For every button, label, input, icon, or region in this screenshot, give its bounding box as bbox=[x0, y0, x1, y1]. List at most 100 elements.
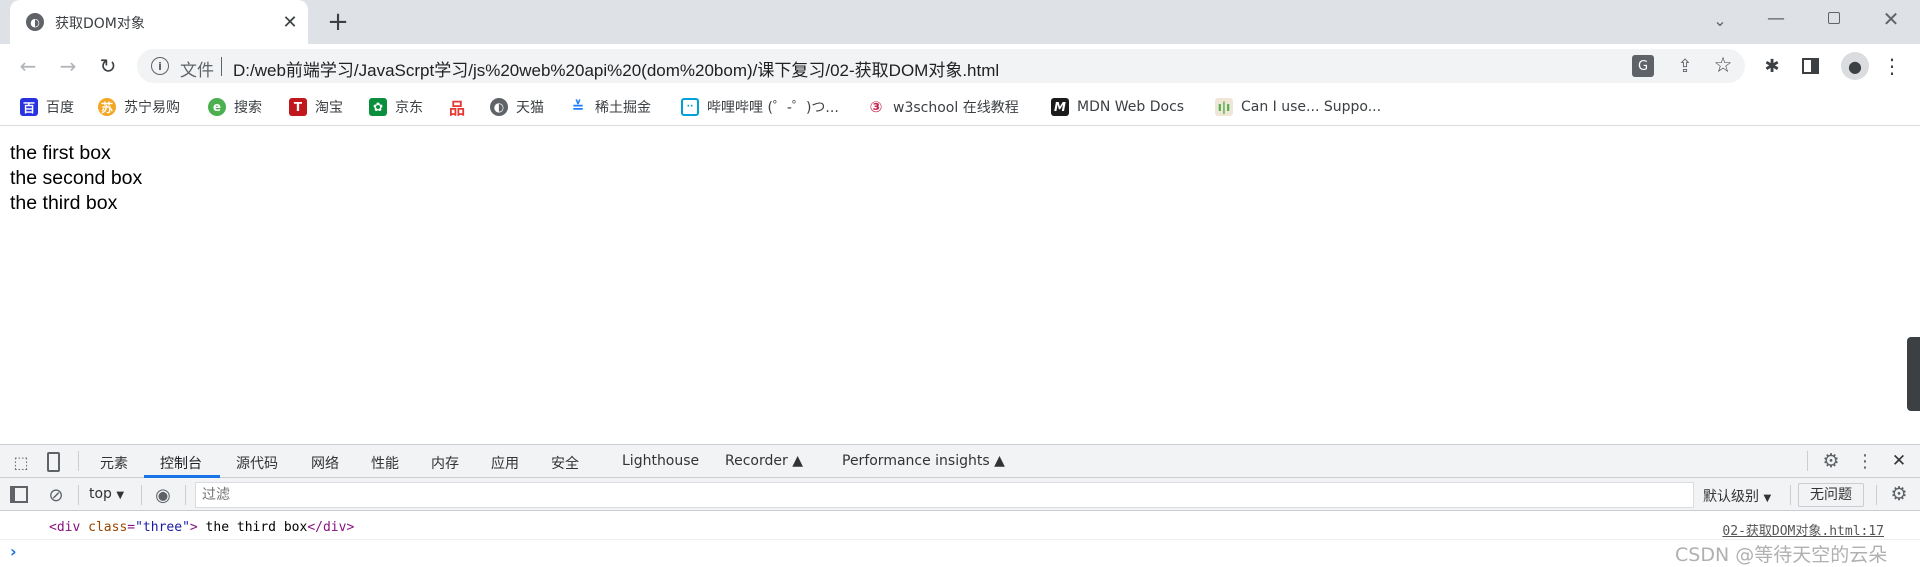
second-box: the second box bbox=[10, 167, 143, 189]
tab-lighthouse[interactable]: Lighthouse bbox=[622, 453, 699, 469]
bookmark-label: 稀土掘金 bbox=[595, 100, 651, 116]
url-text[interactable]: D:/web前端学习/JavaScrpt学习/js%20web%20api%20… bbox=[233, 56, 999, 81]
globe-icon: ◐ bbox=[490, 98, 508, 116]
bookmark-label: 京东 bbox=[395, 100, 423, 116]
divider bbox=[78, 451, 79, 471]
tab-application[interactable]: 应用 bbox=[491, 453, 519, 473]
chevron-down-icon[interactable]: ⌄ bbox=[1708, 8, 1732, 32]
bookmark-label: Can I use... Suppo... bbox=[1241, 99, 1382, 115]
divider bbox=[141, 485, 142, 505]
tab-elements[interactable]: 元素 bbox=[100, 453, 128, 473]
attr-value: "three" bbox=[135, 520, 190, 535]
dropdown-arrow-icon: ▼ bbox=[1763, 493, 1772, 504]
clear-console-icon[interactable]: ⊘ bbox=[45, 484, 67, 506]
bookmark-w3school[interactable]: ③ w3school 在线教程 bbox=[867, 96, 1019, 118]
level-label: 默认级别 bbox=[1703, 489, 1759, 505]
baidu-icon: 百 bbox=[20, 98, 38, 116]
bookmark-jd[interactable]: ✿ 京东 bbox=[369, 96, 423, 118]
divider bbox=[1790, 485, 1791, 505]
sidebar-toggle-icon[interactable] bbox=[10, 486, 28, 503]
share-icon[interactable]: ⇪ bbox=[1673, 54, 1697, 78]
attr-name: class bbox=[88, 520, 128, 535]
divider bbox=[1876, 485, 1877, 505]
console-log-entry[interactable]: <div class="three"> the third box</div> bbox=[49, 520, 354, 535]
new-tab-icon[interactable]: + bbox=[326, 7, 350, 37]
bookmark-label: MDN Web Docs bbox=[1077, 99, 1185, 115]
context-selector[interactable]: top ▼ bbox=[89, 486, 124, 502]
source-link[interactable]: 02-获取DOM对象.html:17 bbox=[1722, 520, 1884, 539]
first-box: the first box bbox=[10, 142, 111, 164]
restore-icon[interactable] bbox=[1828, 12, 1840, 24]
bookmark-tmall[interactable]: ◐ 天猫 bbox=[490, 96, 544, 118]
bookmark-label: 搜索 bbox=[234, 100, 262, 116]
flask-icon: ▲ bbox=[792, 453, 803, 469]
console-settings-icon[interactable]: ⚙ bbox=[1888, 483, 1910, 505]
bookmark-bilibili[interactable]: ·· 哔哩哔哩 (゜-゜)つ... bbox=[681, 96, 839, 118]
bookmark-taobao[interactable]: T 淘宝 bbox=[289, 96, 343, 118]
w3school-icon: ③ bbox=[867, 98, 885, 116]
tag: <div bbox=[49, 520, 89, 535]
divider bbox=[78, 485, 79, 505]
scheme-label: 文件 bbox=[180, 61, 214, 81]
translate-icon[interactable]: G bbox=[1632, 55, 1654, 77]
tab-performance-insights[interactable]: Performance insights ▲ bbox=[842, 453, 1005, 469]
jd-icon: ✿ bbox=[369, 98, 387, 116]
tab-network[interactable]: 网络 bbox=[311, 453, 339, 473]
log-level-selector[interactable]: 默认级别 ▼ bbox=[1703, 486, 1771, 506]
side-widget-handle[interactable] bbox=[1907, 337, 1920, 411]
context-label: top bbox=[89, 486, 112, 502]
tab-title: 获取DOM对象 bbox=[55, 16, 145, 32]
info-icon[interactable]: i bbox=[151, 57, 169, 75]
mdn-icon: M bbox=[1051, 98, 1069, 116]
bookmark-label: 苏宁易购 bbox=[124, 100, 180, 116]
divider bbox=[0, 539, 1920, 540]
close-devtools-icon[interactable]: ✕ bbox=[1889, 450, 1909, 472]
bookmark-caniuse[interactable]: ı|ı Can I use... Suppo... bbox=[1215, 96, 1381, 118]
settings-gear-icon[interactable]: ⚙ bbox=[1820, 450, 1842, 472]
bookmark-juejin[interactable]: ≚ 稀土掘金 bbox=[569, 96, 651, 118]
browser-tab[interactable]: ◐ 获取DOM对象 ✕ bbox=[10, 0, 308, 44]
menu-icon[interactable]: ⋮ bbox=[1882, 54, 1902, 78]
reload-icon[interactable]: ↻ bbox=[96, 54, 120, 78]
bookmark-label: 哔哩哔哩 (゜-゜)つ... bbox=[707, 100, 839, 116]
tab-console[interactable]: 控制台 bbox=[160, 453, 202, 473]
bookmark-label: w3school 在线教程 bbox=[893, 100, 1019, 116]
close-window-icon[interactable]: ✕ bbox=[1879, 6, 1903, 32]
extensions-icon[interactable]: ✱ bbox=[1760, 54, 1784, 78]
tab-performance[interactable]: 性能 bbox=[371, 453, 399, 473]
tab-memory[interactable]: 内存 bbox=[431, 453, 459, 473]
tab-recorder[interactable]: Recorder ▲ bbox=[725, 453, 803, 469]
filter-input[interactable] bbox=[195, 482, 1694, 508]
avatar[interactable]: ● bbox=[1841, 52, 1869, 80]
address-bar[interactable]: i 文件 D:/web前端学习/JavaScrpt学习/js%20web%20a… bbox=[137, 49, 1745, 83]
bookmark-mdn[interactable]: M MDN Web Docs bbox=[1051, 96, 1184, 118]
taobao-icon: T bbox=[289, 98, 307, 116]
divider bbox=[221, 57, 222, 76]
more-options-icon[interactable]: ⋮ bbox=[1855, 450, 1875, 472]
issues-button[interactable]: 无问题 bbox=[1798, 483, 1864, 507]
side-panel-icon[interactable] bbox=[1802, 58, 1819, 74]
bilibili-icon: ·· bbox=[681, 98, 699, 116]
bookmark-baidu[interactable]: 百百度 bbox=[20, 96, 74, 118]
console-prompt[interactable]: › bbox=[10, 542, 17, 561]
tab-sources[interactable]: 源代码 bbox=[236, 453, 278, 473]
tab-label: Recorder bbox=[725, 453, 788, 469]
ie-icon: e bbox=[208, 98, 226, 116]
dropdown-arrow-icon: ▼ bbox=[116, 490, 125, 501]
watermark: CSDN @等待天空的云朵 bbox=[1675, 544, 1888, 566]
eye-icon[interactable]: ◉ bbox=[152, 484, 174, 506]
forward-icon[interactable]: → bbox=[56, 54, 80, 78]
close-tab-icon[interactable]: ✕ bbox=[280, 10, 300, 34]
back-icon[interactable]: ← bbox=[16, 54, 40, 78]
device-toolbar-icon[interactable] bbox=[47, 452, 60, 472]
bookmark-pin[interactable]: 品 bbox=[448, 96, 466, 118]
minimize-icon[interactable]: — bbox=[1764, 6, 1788, 30]
bookmark-search[interactable]: e 搜索 bbox=[208, 96, 262, 118]
bookmark-suning[interactable]: 苏苏宁易购 bbox=[98, 96, 180, 118]
flask-icon: ▲ bbox=[994, 453, 1005, 469]
inspect-element-icon[interactable]: ⬚ bbox=[11, 452, 31, 472]
tag: </div> bbox=[307, 520, 355, 535]
bookmark-star-icon[interactable]: ☆ bbox=[1711, 53, 1735, 77]
tab-security[interactable]: 安全 bbox=[551, 453, 579, 473]
divider bbox=[185, 485, 186, 505]
